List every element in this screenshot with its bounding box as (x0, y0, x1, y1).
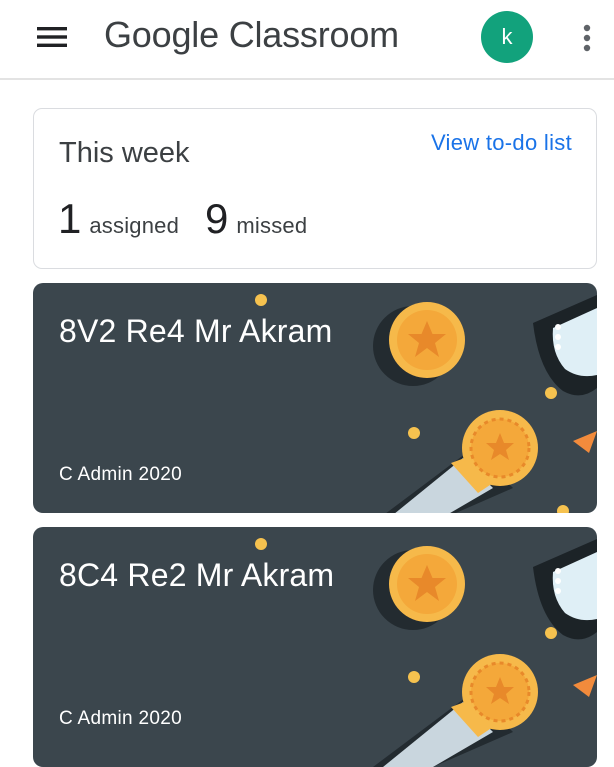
view-todo-list-link[interactable]: View to-do list (431, 130, 572, 156)
hamburger-menu-icon[interactable] (26, 17, 78, 57)
more-vert-icon[interactable] (547, 561, 569, 601)
missed-label: missed (236, 213, 308, 238)
class-owner: C Admin 2020 (59, 708, 182, 729)
more-vert-icon[interactable] (572, 18, 602, 58)
class-name: 8V2 Re4 Mr Akram (59, 313, 333, 349)
class-card[interactable]: 8V2 Re4 Mr Akram C Admin 2020 (33, 283, 597, 513)
class-owner: C Admin 2020 (59, 464, 182, 485)
avatar-letter: k (501, 24, 513, 49)
this-week-card: This week View to-do list 1 assigned 9 m… (33, 108, 597, 269)
this-week-title: This week (59, 137, 190, 169)
more-vert-icon[interactable] (547, 317, 569, 357)
class-card[interactable]: 8C4 Re2 Mr Akram C Admin 2020 (33, 527, 597, 767)
app-bar: Google Classroom k (0, 0, 614, 80)
class-name: 8C4 Re2 Mr Akram (59, 557, 335, 593)
app-title: Google Classroom (104, 14, 399, 55)
account-avatar[interactable]: k (481, 11, 533, 63)
assigned-count: 1 (58, 195, 82, 242)
week-stats: 1 assigned 9 missed (58, 195, 333, 243)
assigned-label: assigned (89, 213, 180, 238)
missed-count: 9 (205, 195, 229, 242)
